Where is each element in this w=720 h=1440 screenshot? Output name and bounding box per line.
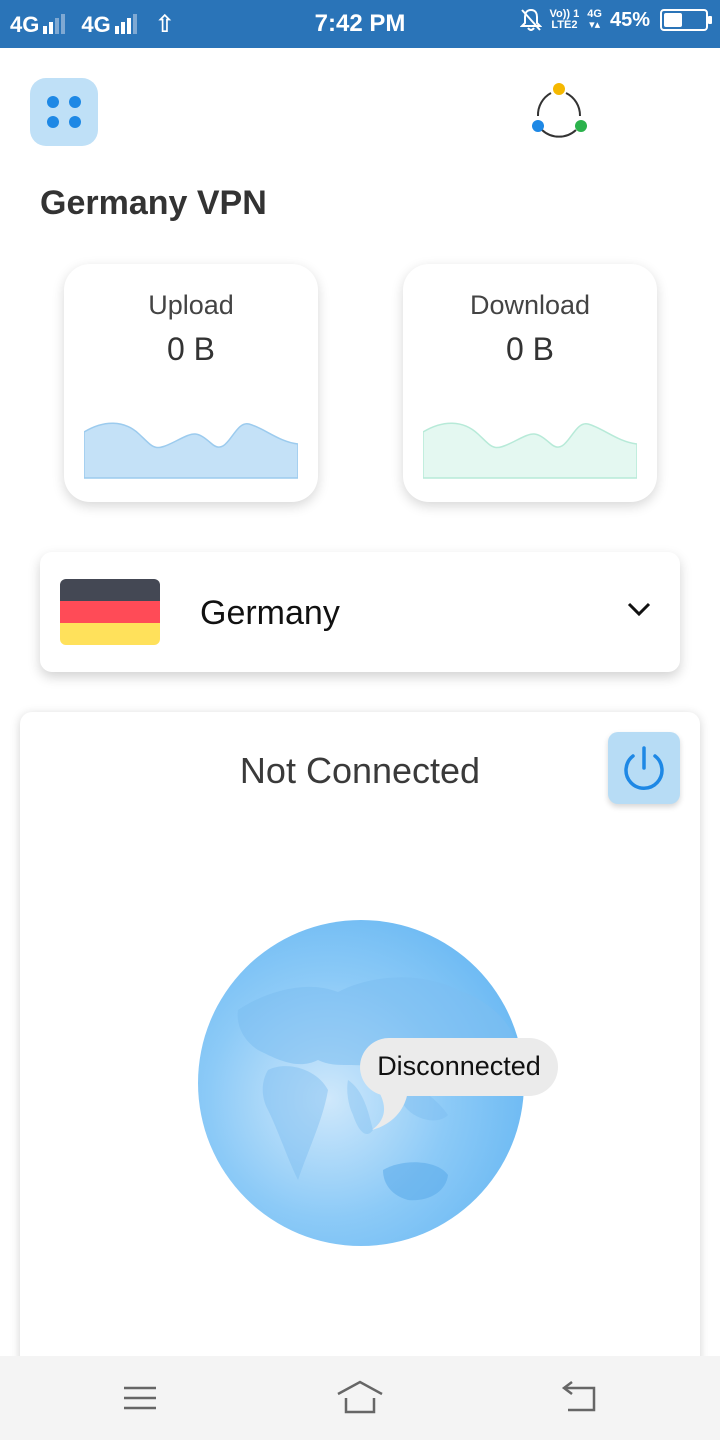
upload-value: 0 B bbox=[166, 331, 216, 367]
menu-dot bbox=[47, 96, 59, 108]
connection-status: Not Connected bbox=[239, 750, 481, 791]
system-nav-bar bbox=[0, 1356, 720, 1440]
chevron-down-icon bbox=[627, 602, 651, 617]
home-icon[interactable] bbox=[336, 1378, 384, 1418]
status-bubble: Disconnected bbox=[360, 1038, 558, 1096]
download-graph bbox=[423, 422, 637, 479]
germany-flag-icon bbox=[60, 579, 160, 645]
download-label: Download bbox=[469, 290, 591, 320]
recent-apps-icon[interactable] bbox=[116, 1378, 164, 1418]
share-icon[interactable] bbox=[528, 82, 590, 144]
back-icon[interactable] bbox=[556, 1378, 604, 1418]
menu-dot bbox=[47, 116, 59, 128]
download-value: 0 B bbox=[505, 331, 555, 367]
bubble-text: Disconnected bbox=[377, 1051, 541, 1081]
country-selector[interactable]: Germany bbox=[40, 552, 680, 672]
volte-indicator: Vo)) 1 LTE2 bbox=[549, 8, 580, 31]
page-title: Germany VPN bbox=[40, 184, 267, 222]
battery-percent: 45% bbox=[609, 8, 650, 31]
upload-graph bbox=[84, 422, 298, 479]
notifications-off-icon bbox=[519, 8, 542, 31]
upload-card: Upload 0 B bbox=[64, 264, 318, 502]
upload-label: Upload bbox=[148, 290, 234, 320]
country-name: Germany bbox=[200, 594, 340, 632]
power-icon bbox=[624, 746, 664, 790]
bubble-tail bbox=[372, 1090, 408, 1130]
status-bar: 4G 4G ⇧ 7:42 PM Vo)) 1 LTE2 4G ▾▴ 45% bbox=[0, 0, 720, 48]
menu-dot bbox=[69, 116, 81, 128]
data-indicator: 4G ▾▴ bbox=[587, 8, 602, 31]
menu-button[interactable] bbox=[30, 78, 98, 146]
menu-dot bbox=[69, 96, 81, 108]
power-button[interactable] bbox=[608, 732, 680, 804]
connection-panel: Not Connected Disconnected bbox=[20, 712, 700, 1412]
status-right: Vo)) 1 LTE2 4G ▾▴ 45% bbox=[519, 8, 712, 32]
battery-icon bbox=[660, 9, 712, 31]
download-card: Download 0 B bbox=[403, 264, 657, 502]
